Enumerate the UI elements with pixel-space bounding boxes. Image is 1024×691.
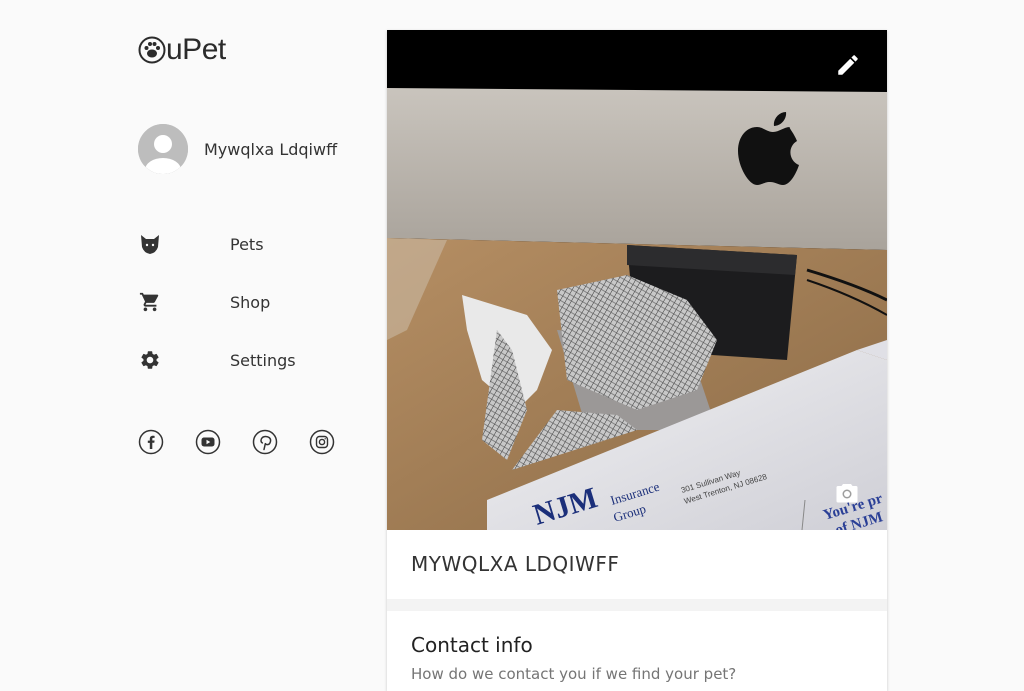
profile-name: Mywqlxa Ldqiwff: [204, 139, 338, 159]
sidebar: uPet Mywqlxa Ldqiwff Pets Shop Settings: [138, 0, 368, 691]
user-silhouette-icon: [138, 124, 188, 174]
pet-profile-card: NJM Insurance Group 301 Sullivan Way Wes…: [387, 30, 887, 691]
nav-item-settings[interactable]: Settings: [138, 345, 358, 375]
youtube-icon[interactable]: [195, 429, 221, 455]
gear-icon: [138, 348, 162, 372]
pet-face-icon: [138, 232, 162, 256]
shopping-cart-icon: [138, 290, 162, 314]
instagram-icon[interactable]: [309, 429, 335, 455]
section-divider: [387, 599, 887, 611]
edit-pencil-icon[interactable]: [835, 52, 861, 78]
contact-info-title: Contact info: [411, 633, 533, 657]
nav-item-shop[interactable]: Shop: [138, 287, 358, 317]
contact-info-subtitle: How do we contact you if we find your pe…: [411, 665, 737, 683]
pet-name-title: MYWQLXA LDQIWFF: [411, 552, 620, 576]
user-profile[interactable]: Mywqlxa Ldqiwff: [138, 124, 337, 174]
facebook-icon[interactable]: [138, 429, 164, 455]
social-links: [138, 429, 366, 455]
brand-name: uPet: [166, 33, 226, 66]
nav-label-shop: Shop: [230, 292, 271, 312]
photo-image: NJM Insurance Group 301 Sullivan Way Wes…: [387, 30, 887, 530]
nav-label-settings: Settings: [230, 350, 296, 370]
pet-photo: NJM Insurance Group 301 Sullivan Way Wes…: [387, 30, 887, 530]
nav-label-pets: Pets: [230, 234, 264, 254]
nav-item-pets[interactable]: Pets: [138, 229, 358, 259]
camera-icon[interactable]: [835, 482, 859, 504]
paw-logo-icon: [138, 36, 166, 64]
pinterest-icon[interactable]: [252, 429, 278, 455]
avatar[interactable]: [138, 124, 188, 174]
upet-logo[interactable]: uPet: [138, 33, 226, 67]
